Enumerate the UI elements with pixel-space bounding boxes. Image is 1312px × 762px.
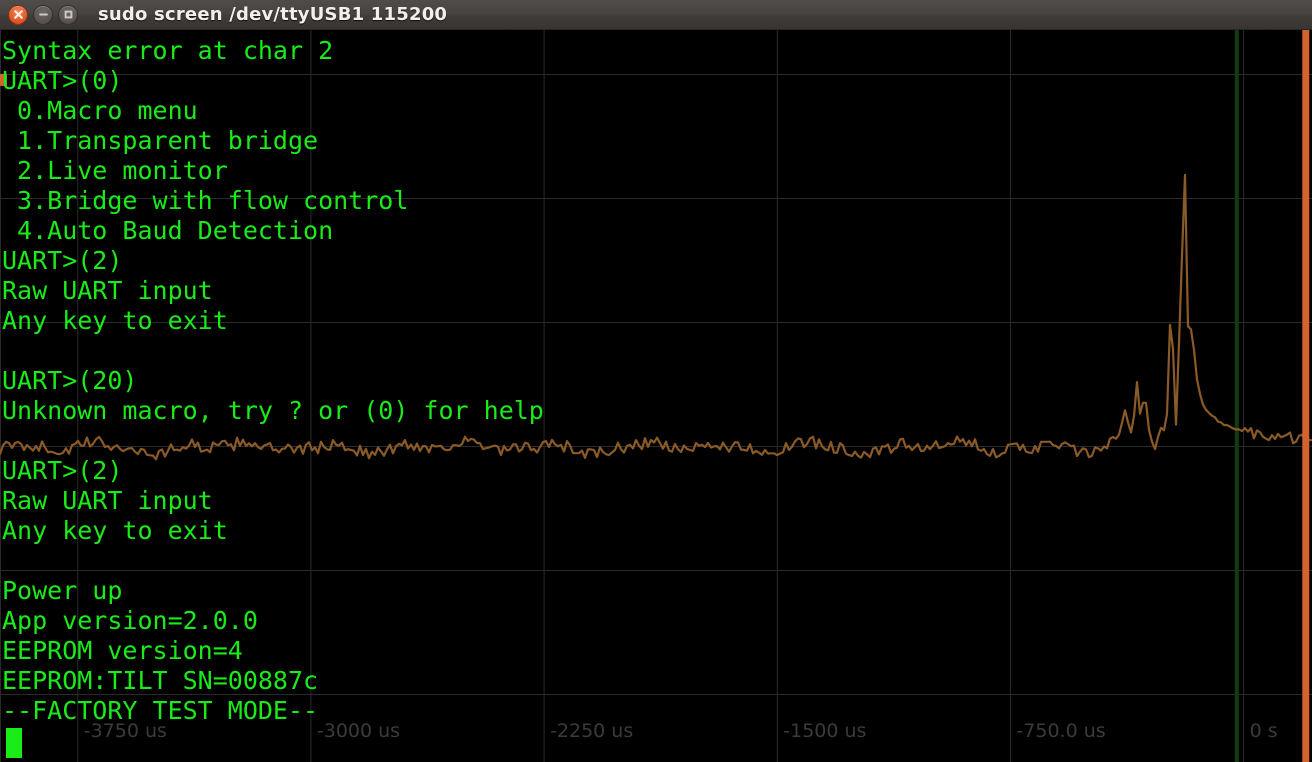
terminal-cursor <box>6 728 22 758</box>
maximize-button[interactable] <box>58 4 78 25</box>
minimize-button[interactable] <box>33 4 53 25</box>
window-title: sudo screen /dev/ttyUSB1 115200 <box>98 4 448 25</box>
axis-tick-label: 0 s <box>1249 720 1278 742</box>
window-controls <box>8 4 78 25</box>
window-titlebar[interactable]: sudo screen /dev/ttyUSB1 115200 <box>0 0 1312 30</box>
axis-tick-label: -3750 us <box>83 720 167 742</box>
terminal-window: sudo screen /dev/ttyUSB1 115200 -3750 us… <box>0 0 1312 762</box>
axis-tick-label: -750.0 us <box>1016 720 1106 742</box>
axis-tick-label: -3000 us <box>316 720 401 742</box>
axis-tick-label: -2250 us <box>550 720 634 742</box>
maximize-icon <box>64 10 72 19</box>
close-button[interactable] <box>8 4 28 25</box>
minimize-icon <box>38 13 48 16</box>
scope-canvas <box>0 30 1312 762</box>
close-icon <box>13 10 23 19</box>
axis-tick-label: -1500 us <box>783 720 867 742</box>
oscilloscope-plot[interactable]: -3750 us -3000 us -2250 us -1500 us -750.0 u… <box>0 30 1312 762</box>
plot-background <box>0 30 1312 762</box>
channel-offset-marker[interactable] <box>0 73 7 86</box>
